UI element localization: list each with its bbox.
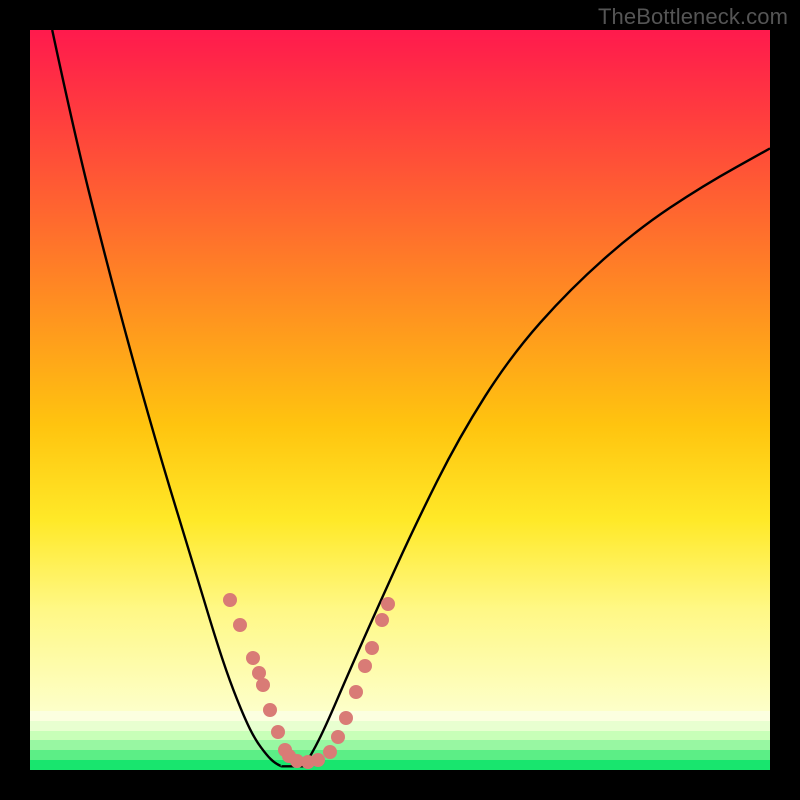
data-marker — [323, 745, 337, 759]
data-marker — [223, 593, 237, 607]
data-marker — [263, 703, 277, 717]
data-marker — [381, 597, 395, 611]
data-marker — [252, 666, 266, 680]
plot-area — [30, 30, 770, 770]
data-marker — [331, 730, 345, 744]
data-marker — [365, 641, 379, 655]
watermark-text: TheBottleneck.com — [598, 4, 788, 30]
data-marker — [375, 613, 389, 627]
data-marker — [233, 618, 247, 632]
data-marker — [271, 725, 285, 739]
data-marker — [246, 651, 260, 665]
marker-group — [223, 593, 395, 769]
right-curve-path — [304, 148, 770, 766]
data-marker — [349, 685, 363, 699]
data-marker — [358, 659, 372, 673]
data-marker — [311, 753, 325, 767]
curve-layer — [30, 30, 770, 770]
data-marker — [339, 711, 353, 725]
outer-frame: TheBottleneck.com — [0, 0, 800, 800]
data-marker — [256, 678, 270, 692]
